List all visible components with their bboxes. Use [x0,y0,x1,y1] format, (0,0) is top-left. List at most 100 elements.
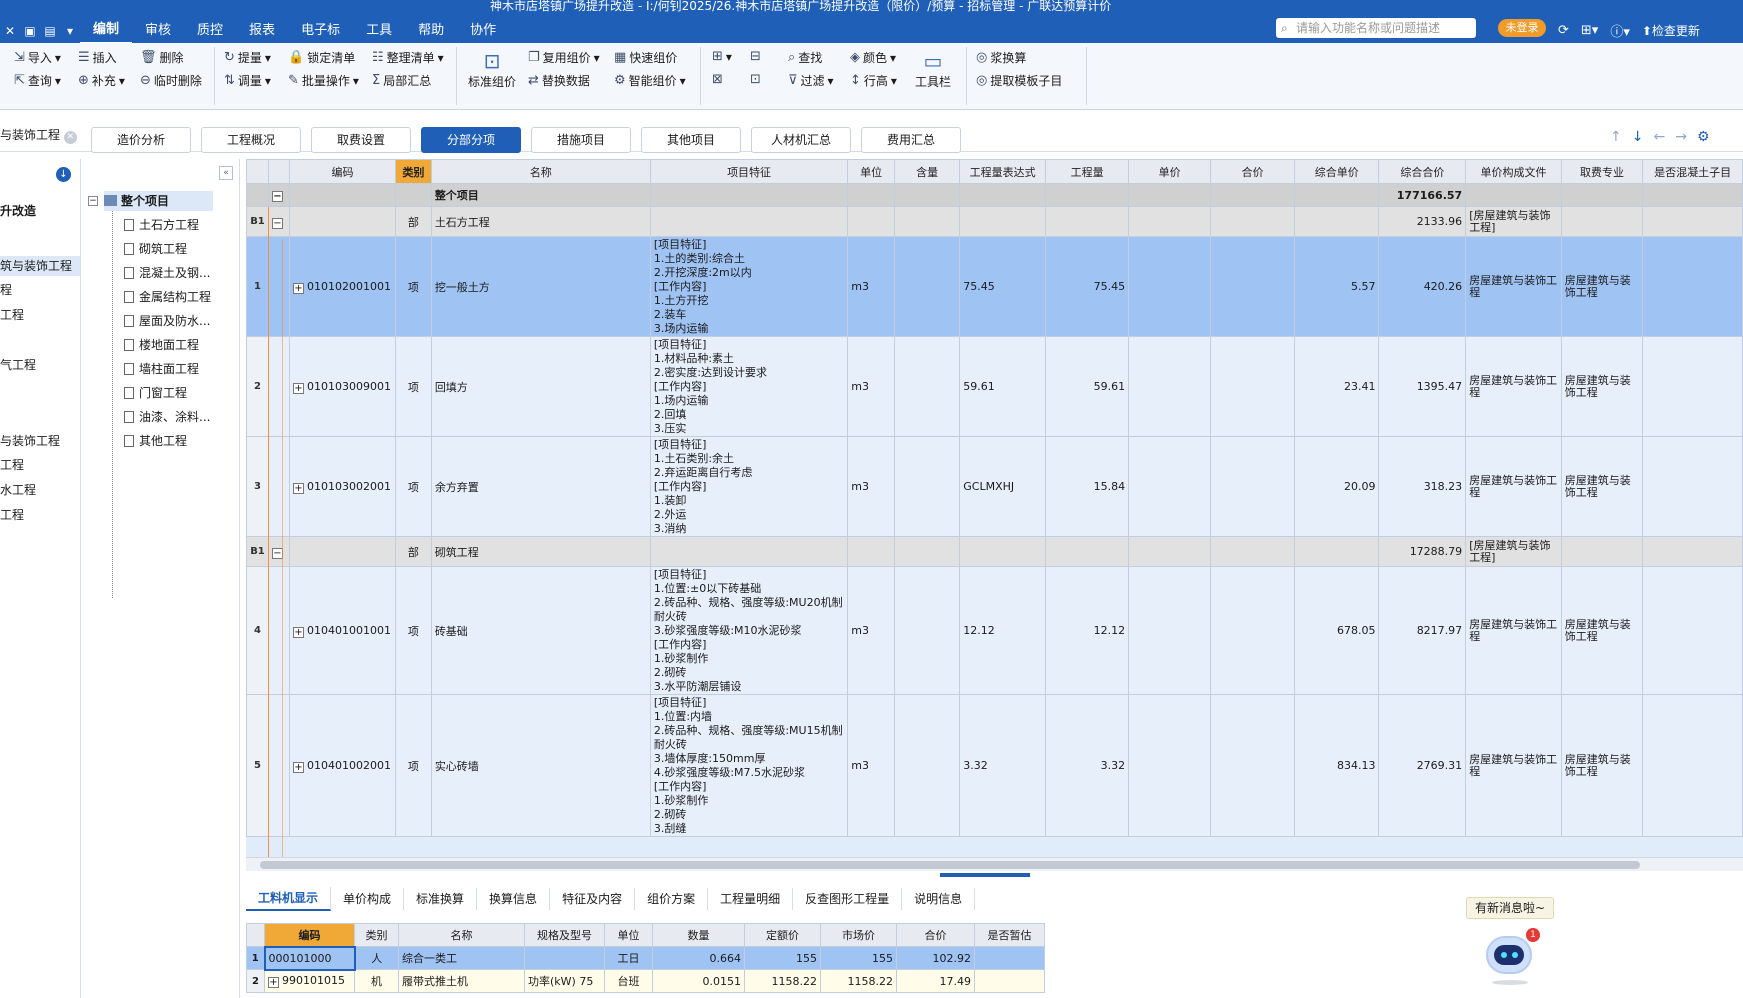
row-toggle[interactable] [267,236,290,337]
smart-price-button[interactable]: ⚙ 智能组价 ▾ [614,72,686,89]
cell-fee-category[interactable]: 房屋建筑与装饰工程 [1560,436,1644,537]
cell-unit[interactable]: 台班 [604,969,653,993]
query-button[interactable]: ⇱ 查询 ▾ [14,72,61,89]
cell-unit-price[interactable] [1128,536,1212,567]
header-name[interactable]: 名称 [398,923,525,947]
find-button[interactable]: ⌕ 查找 [788,49,822,66]
header-spec[interactable]: 规格及型号 [524,923,605,947]
cell-unit[interactable]: m3 [847,436,895,537]
lock-list-button[interactable]: 🔒 锁定清单 [288,49,355,66]
cell-kind[interactable]: 人 [354,946,399,970]
row-height-button[interactable]: ↕ 行高 ▾ [850,72,897,89]
tree-item[interactable]: 屋面及防水... [124,311,210,331]
cell-content[interactable] [893,336,961,437]
nav-item[interactable]: 水工程 [0,480,80,500]
header-estimated[interactable]: 是否暂估 [974,923,1045,947]
arrow-down-icon[interactable]: ↓ [1632,129,1644,145]
insert-button[interactable]: ☰ 插入 [78,49,117,66]
tab-reverse-graphic-qty[interactable]: 反查图形工程量 [793,888,903,910]
cell-estimated[interactable] [974,969,1045,993]
row-toggle[interactable]: − [267,183,290,207]
cell-concrete[interactable] [1642,566,1743,695]
row-toggle[interactable] [267,336,290,437]
menu-tools[interactable]: 工具 [353,18,405,43]
cell-concrete[interactable] [1642,236,1743,337]
cell-qty[interactable]: 3.32 [1044,694,1130,837]
header-concrete[interactable]: 是否混凝土子目 [1642,159,1743,184]
cell-fee-category[interactable] [1560,183,1644,207]
assistant-bot-icon[interactable]: 1 [1480,928,1540,988]
cell-name[interactable]: 土石方工程 [430,206,651,237]
tree-item[interactable]: 油漆、涂料... [124,407,210,427]
tree-item[interactable]: 土石方工程 [124,215,199,235]
cell-comp-unit-price[interactable]: 834.13 [1294,694,1380,837]
chevron-down-icon[interactable]: ▾ [60,24,80,38]
tab-qty-detail[interactable]: 工程量明细 [708,888,794,910]
table-row[interactable]: 5 +010401002001 项实心砖墙 [项目特征] 1.位置:内墙 2.砖品种、规格… [246,694,1743,837]
header-unit-price[interactable]: 单价 [1128,159,1212,184]
cell-content[interactable] [893,566,961,695]
cell-comp-unit-price[interactable] [1294,206,1380,237]
cell-qty[interactable]: 75.45 [1044,236,1130,337]
cell-content[interactable] [893,183,961,207]
cell-concrete[interactable] [1642,206,1743,237]
tab-overview[interactable]: 工程概况 [201,127,301,153]
cell-code[interactable]: +010103002001 [288,436,396,537]
row-toggle[interactable] [267,436,290,537]
tab-measures[interactable]: 措施项目 [531,127,631,153]
cell-price-file[interactable]: 房屋建筑与装饰工程 [1465,336,1562,437]
cell-price[interactable] [1210,436,1296,537]
save-icon[interactable]: ▣ [20,24,40,38]
cell-kind[interactable]: 项 [394,236,432,337]
cell-price[interactable] [1210,336,1296,437]
cell-kind[interactable]: 项 [394,336,432,437]
expand-icon[interactable]: + [292,482,304,494]
cell-unit[interactable]: m3 [847,694,895,837]
settings-icon[interactable]: ⚙ [1697,129,1710,145]
cell-content[interactable] [893,206,961,237]
extract-price-button[interactable]: ↻ 提量 ▾ [224,49,271,66]
table-row[interactable]: 2 +010103009001 项回填方 [项目特征] 1.材料品种:素土 2.密实度:达… [246,336,1743,437]
nav-item[interactable]: 与装饰工程 [0,431,80,451]
cell-expr[interactable]: 75.45 [959,236,1046,337]
cell-comp-price[interactable]: 8217.97 [1378,566,1467,695]
cell-price[interactable] [1210,183,1296,207]
header-comp-unit-price[interactable]: 综合单价 [1294,159,1380,184]
cell-comp-price[interactable]: 420.26 [1378,236,1467,337]
cell-name[interactable]: 实心砖墙 [430,694,651,837]
menu-collab[interactable]: 协作 [457,18,509,43]
tab-fee-summary[interactable]: 费用汇总 [861,127,961,153]
cell-price-file[interactable]: [房屋建筑与装饰工程] [1465,536,1562,567]
header-price-file[interactable]: 单价构成文件 [1465,159,1562,184]
cell-price-file[interactable]: 房屋建筑与装饰工程 [1465,566,1562,695]
cell-code[interactable]: +010401002001 [288,694,396,837]
cell-name[interactable]: 回填方 [430,336,651,437]
table-row[interactable]: 4 +010401001001 项砖基础 [项目特征] 1.位置:±0以下砖基础 2.砖品… [246,566,1743,695]
collapse-icon[interactable]: − [271,191,283,202]
info-icon[interactable]: ⓘ▾ [1610,21,1630,40]
clear-icon[interactable]: ⊟ [750,49,761,64]
cell-qty[interactable]: 15.84 [1044,436,1130,537]
header-market-price[interactable]: 市场价 [820,923,897,947]
arrow-up-icon[interactable]: ↑ [1610,129,1622,145]
tab-features-content[interactable]: 特征及内容 [550,888,636,910]
header-total[interactable]: 合价 [896,923,975,947]
nav-item[interactable]: 程 [0,280,80,300]
expand-icon[interactable]: + [268,977,279,989]
cell-expr[interactable] [959,206,1046,237]
cell-comp-price[interactable]: 1395.47 [1378,336,1467,437]
cell-kind[interactable]: 部 [394,536,432,567]
cell-estimated[interactable] [974,946,1045,970]
cell-kind[interactable]: 项 [394,694,432,837]
tree-item[interactable]: 砌筑工程 [124,239,187,259]
cell-content[interactable] [893,436,961,537]
cell-unit[interactable]: m3 [847,336,895,437]
expand-icon[interactable]: ⊞ ▾ [712,49,732,64]
toolbar-button[interactable]: ▭ 工具栏 [910,49,956,90]
expand-icon[interactable]: + [292,626,304,638]
pane-splitter[interactable] [940,873,1030,877]
filter-button[interactable]: ⊽ 过滤 ▾ [788,72,834,89]
cell-feature[interactable]: [项目特征] 1.位置:内墙 2.砖品种、规格、强度等级:MU15机制耐火砖 3.墙体… [649,694,849,837]
cell-unit-price[interactable] [1128,336,1212,437]
header-content[interactable]: 含量 [893,159,961,184]
